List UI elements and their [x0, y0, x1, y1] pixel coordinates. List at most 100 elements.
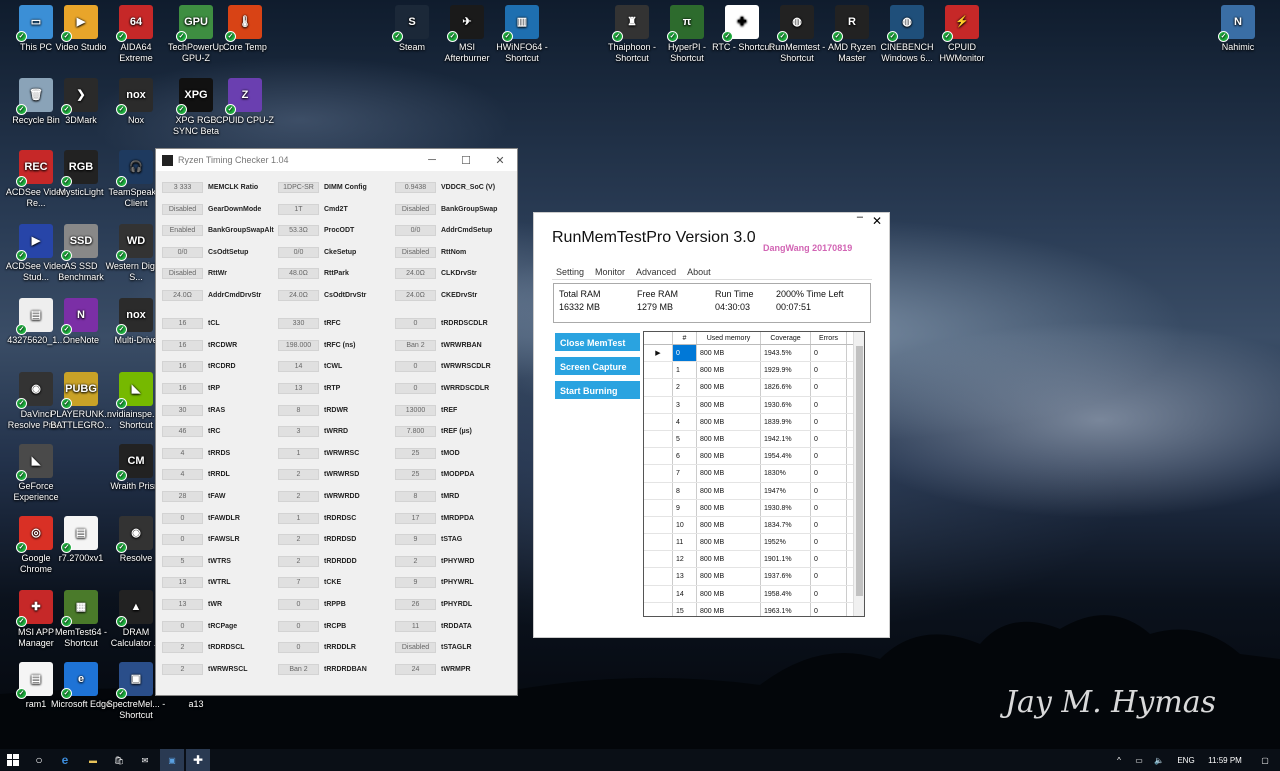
runmemtestpro-window[interactable]: – ✕ RunMemTestPro Version 3.0 DangWang 2…	[533, 211, 890, 638]
timing-value[interactable]: 1	[278, 512, 319, 524]
timing-value[interactable]: 17	[395, 512, 436, 524]
timing-value[interactable]: 0/0	[395, 225, 436, 237]
timing-value[interactable]: 0	[395, 361, 436, 373]
desktop-icon[interactable]: SSD ✓ AS SSD Benchmark	[50, 224, 112, 283]
timing-value[interactable]: 2	[278, 490, 319, 502]
timing-value[interactable]: 0	[278, 642, 319, 654]
timing-value[interactable]: Disabled	[162, 203, 203, 215]
clock[interactable]: 11:59 PM	[1200, 749, 1250, 771]
timing-value[interactable]: 13	[278, 382, 319, 394]
timing-value[interactable]: 48.0Ω	[278, 268, 319, 280]
desktop-icon[interactable]: N ✓ OneNote	[50, 298, 112, 346]
timing-value[interactable]: 0	[162, 534, 203, 546]
timing-value[interactable]: 3 333	[162, 182, 203, 193]
minimize-icon[interactable]: –	[857, 211, 863, 223]
timing-value[interactable]: Enabled	[162, 225, 203, 237]
desktop-icon[interactable]: ✚ ✓ RTC - Shortcut	[711, 5, 773, 53]
volume-icon[interactable]: 🔈	[1150, 749, 1168, 771]
timing-value[interactable]: 30	[162, 404, 203, 416]
store-icon[interactable]: 🛍	[108, 749, 130, 771]
tab-monitor[interactable]: Monitor	[595, 267, 626, 278]
desktop-icon[interactable]: Z ✓ CPUID CPU-Z	[214, 78, 276, 126]
timing-value[interactable]: 16	[162, 361, 203, 373]
timing-value[interactable]: 9	[395, 577, 436, 589]
start-icon[interactable]	[0, 749, 26, 771]
timing-value[interactable]: 2	[278, 469, 319, 481]
mail-icon[interactable]: ✉	[134, 749, 156, 771]
desktop-icon[interactable]: PUBG ✓ PLAYERUNK... BATTLEGRO...	[50, 372, 112, 431]
edge-icon[interactable]: e	[54, 749, 76, 771]
timing-value[interactable]: 330	[278, 318, 319, 330]
timing-value[interactable]: 53.3Ω	[278, 225, 319, 237]
minimize-icon[interactable]: ─	[415, 154, 449, 167]
timing-value[interactable]: 198.000	[278, 339, 319, 351]
rtc-titlebar[interactable]: Ryzen Timing Checker 1.04 ─ ☐ ✕	[156, 149, 517, 171]
tab-setting[interactable]: Setting	[556, 267, 584, 278]
table-row[interactable]: 11 800 MB 1952% 0	[644, 534, 864, 552]
timing-value[interactable]: Disabled	[395, 203, 436, 215]
timing-value[interactable]: 1DPC-SR	[278, 182, 319, 193]
notifications-icon[interactable]: ▢	[1254, 749, 1276, 771]
table-row[interactable]: 6 800 MB 1954.4% 0	[644, 448, 864, 466]
tab-advanced[interactable]: Advanced	[636, 267, 676, 278]
table-row[interactable]: 7 800 MB 1830% 0	[644, 465, 864, 483]
timing-value[interactable]: Disabled	[395, 246, 436, 258]
close-icon[interactable]: ✕	[483, 154, 517, 167]
desktop-icon[interactable]: ▦ ✓ MemTest64 - Shortcut	[50, 590, 112, 649]
timing-value[interactable]: Disabled	[395, 642, 436, 654]
timing-value[interactable]: 0	[278, 598, 319, 610]
file-explorer-icon[interactable]: ▬	[82, 749, 104, 771]
desktop-icon[interactable]: ✈ ✓ MSI Afterburner	[436, 5, 498, 64]
desktop-icon[interactable]: RGB ✓ MysticLight	[50, 150, 112, 198]
desktop-icon[interactable]: ♜ ✓ Thaiphoon - Shortcut	[601, 5, 663, 64]
table-row[interactable]: 10 800 MB 1834.7% 0	[644, 516, 864, 535]
timing-value[interactable]: 0	[395, 382, 436, 394]
timing-value[interactable]: 2	[278, 555, 319, 567]
search-icon[interactable]: ○	[28, 749, 50, 771]
timing-value[interactable]: 0/0	[162, 246, 203, 258]
table-row[interactable]: 3 800 MB 1930.6% 0	[644, 396, 864, 414]
rmt-task-icon[interactable]: ▣	[160, 749, 184, 771]
desktop-icon[interactable]: ▤ ✓ r7.2700xv1	[50, 516, 112, 564]
timing-value[interactable]: 3	[278, 426, 319, 438]
timing-value[interactable]: 8	[395, 490, 436, 502]
desktop-icon[interactable]: R ✓ AMD Ryzen Master	[821, 5, 883, 64]
timing-value[interactable]: 2	[162, 663, 203, 675]
timing-value[interactable]: 16	[162, 339, 203, 351]
chevron-up-icon[interactable]: ^	[1110, 749, 1128, 771]
desktop-icon[interactable]: ▥ ✓ HWiNFO64 - Shortcut	[491, 5, 553, 64]
timing-value[interactable]: 0	[278, 620, 319, 632]
timing-value[interactable]: Ban 2	[278, 663, 319, 675]
maximize-icon[interactable]: ☐	[449, 154, 483, 167]
desktop-icon[interactable]: π ✓ HyperPI - Shortcut	[656, 5, 718, 64]
timing-value[interactable]: 28	[162, 490, 203, 502]
timing-value[interactable]: 46	[162, 426, 203, 438]
timing-value[interactable]: 26	[395, 598, 436, 610]
table-row[interactable]: 8 800 MB 1947% 0	[644, 482, 864, 500]
timing-value[interactable]: 0	[395, 318, 436, 330]
network-icon[interactable]: ▭	[1130, 749, 1148, 771]
tab-about[interactable]: About	[687, 267, 711, 278]
table-row[interactable]: 4 800 MB 1839.9% 0	[644, 413, 864, 431]
timing-value[interactable]: 16	[162, 318, 203, 330]
desktop-icon[interactable]: ⚡ ✓ CPUID HWMonitor	[931, 5, 993, 64]
table-row[interactable]: 12 800 MB 1901.1% 0	[644, 551, 864, 569]
timing-value[interactable]: 14	[278, 361, 319, 373]
timing-value[interactable]: 5	[162, 555, 203, 567]
timing-value[interactable]: 4	[162, 447, 203, 459]
desktop-icon[interactable]: 🌡 ✓ Core Temp	[214, 5, 276, 53]
timing-value[interactable]: 24.0Ω	[395, 268, 436, 280]
timing-value[interactable]: 25	[395, 447, 436, 459]
timing-value[interactable]: 24	[395, 663, 436, 675]
desktop-icon[interactable]: ◣ ✓ GeForce Experience	[5, 444, 67, 503]
timing-value[interactable]: 2	[395, 555, 436, 567]
table-row[interactable]: 15 800 MB 1963.1% 0	[644, 602, 864, 616]
memtest-thread-table[interactable]: # Used memory Coverage Errors ▶ 0 800 MB 19…	[643, 331, 865, 617]
table-row[interactable]: 5 800 MB 1942.1% 0	[644, 430, 864, 449]
ryzen-timing-checker-window[interactable]: Ryzen Timing Checker 1.04 ─ ☐ ✕ 3 333 MEM…	[155, 148, 518, 696]
close-memtest-button[interactable]: Close MemTest	[555, 333, 640, 351]
timing-value[interactable]: 1	[278, 447, 319, 459]
timing-value[interactable]: 13	[162, 577, 203, 589]
timing-value[interactable]: 13	[162, 598, 203, 610]
timing-value[interactable]: Ban 2	[395, 339, 436, 351]
